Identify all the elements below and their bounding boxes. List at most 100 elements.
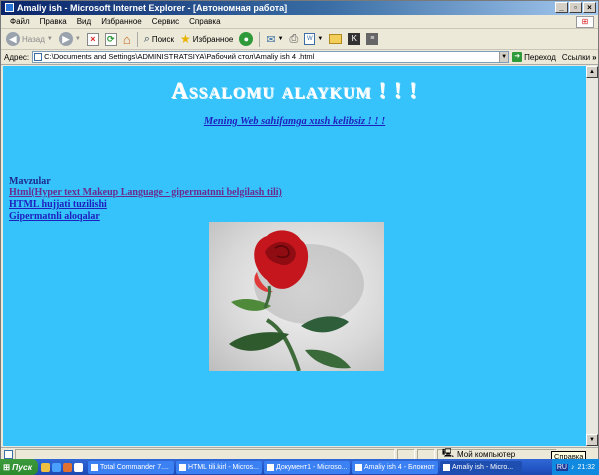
menu-help[interactable]: Справка	[184, 15, 225, 29]
edit-button[interactable]: W ▼	[302, 31, 325, 48]
search-icon: ⌕	[143, 32, 150, 45]
back-button[interactable]: ◀ Назад ▼	[4, 31, 55, 48]
toolbar-separator	[259, 31, 261, 47]
media-launch-icon[interactable]	[63, 462, 73, 472]
vertical-scrollbar[interactable]: ▲ ▼	[586, 66, 598, 446]
language-icon[interactable]: RU	[555, 463, 568, 471]
word-launch-icon[interactable]	[74, 462, 84, 472]
status-cell	[15, 448, 395, 460]
window-title: Amaliy ish - Microsoft Internet Explorer…	[17, 3, 288, 13]
printer-icon: ⎙	[289, 32, 299, 45]
page-status-icon	[4, 449, 13, 459]
chevron-right-icon[interactable]: »	[592, 53, 596, 62]
menu-edit[interactable]: Правка	[35, 15, 72, 29]
address-label: Адрес:	[4, 52, 30, 62]
app-icon	[267, 463, 275, 471]
close-button[interactable]: ×	[583, 2, 596, 13]
zone-label: Мой компьютер	[457, 449, 516, 459]
media-button[interactable]: ●	[237, 31, 255, 48]
go-button[interactable]: ➜ Переход	[512, 52, 556, 62]
title-bar[interactable]: Amaliy ish - Microsoft Internet Explorer…	[1, 1, 598, 15]
topic-link-html[interactable]: Html(Hyper text Makeup Language - giperm…	[9, 187, 282, 198]
forward-button[interactable]: ▶ ▼	[57, 31, 83, 48]
task-html-tili[interactable]: HTML tili.kirl - Micros...	[176, 460, 263, 474]
search-button[interactable]: ⌕ Поиск	[142, 31, 176, 48]
toolbar: ◀ Назад ▼ ▶ ▼ × ⟳ ⌂ ⌕ Поиск ★ Избранное …	[1, 29, 598, 50]
status-cell	[397, 448, 415, 460]
word-icon: W	[304, 33, 316, 45]
folder-button[interactable]	[327, 31, 344, 48]
clock: 21:32	[577, 463, 595, 471]
scroll-up-button[interactable]: ▲	[586, 66, 598, 78]
task-notepad[interactable]: Amaliy ish 4 - Блокнот	[352, 460, 439, 474]
back-arrow-icon: ◀	[6, 32, 20, 46]
taskbar: ⊞ Пуск Total Commander 7.... HTML tili.k…	[0, 459, 599, 475]
research-button[interactable]: ≡	[364, 31, 380, 48]
task-label: Amaliy ish 4 - Блокнот	[364, 463, 435, 471]
task-label: Документ1 - Microso...	[276, 463, 348, 471]
print-button[interactable]: ⎙	[288, 31, 301, 48]
address-input[interactable]: C:\Documents and Settings\ADMINISTRATSIY…	[32, 51, 510, 63]
refresh-button[interactable]: ⟳	[103, 31, 119, 48]
forward-arrow-icon: ▶	[58, 32, 73, 46]
app-icon	[179, 463, 187, 471]
topic-link-hyperlinks[interactable]: Gipermatnli aloqalar	[9, 211, 100, 222]
address-bar: Адрес: C:\Documents and Settings\ADMINIS…	[1, 50, 598, 65]
start-button[interactable]: ⊞ Пуск	[0, 459, 39, 475]
menu-favorites[interactable]: Избранное	[96, 15, 147, 29]
favorites-label: Избранное	[192, 34, 234, 44]
app-icon	[443, 463, 451, 471]
chevron-down-icon: ▼	[74, 36, 81, 42]
mail-button[interactable]: ✉ ▼	[264, 31, 285, 48]
task-label: Total Commander 7....	[100, 463, 169, 471]
menu-view[interactable]: Вид	[72, 15, 96, 29]
app-icon	[91, 463, 99, 471]
menu-file[interactable]: Файл	[5, 15, 35, 29]
links-button[interactable]: Ссылки	[562, 53, 590, 62]
system-tray: RU ♪ 21:32	[551, 459, 599, 475]
address-value: C:\Documents and Settings\ADMINISTRATSIY…	[44, 52, 315, 61]
quick-launch	[38, 462, 86, 472]
go-arrow-icon: ➜	[512, 52, 523, 62]
search-label: Поиск	[151, 34, 175, 44]
task-total-commander[interactable]: Total Commander 7....	[88, 460, 175, 474]
messenger-button[interactable]: K	[346, 31, 362, 48]
star-icon: ★	[180, 32, 191, 46]
desktop-icon[interactable]	[41, 462, 51, 472]
ie-icon	[5, 3, 14, 12]
media-icon: ●	[239, 32, 254, 46]
task-amaliy-ish-ie[interactable]: Amaliy ish - Micro...	[440, 460, 523, 474]
windows-flag-icon: ⊞	[3, 461, 11, 472]
research-icon: ≡	[366, 33, 379, 45]
address-dropdown-icon[interactable]: ▼	[499, 52, 509, 62]
maximize-button[interactable]: ▫	[569, 2, 582, 13]
page-heading: Assalomu alaykum ! ! !	[171, 78, 418, 103]
chevron-down-icon: ▼	[317, 36, 324, 42]
ie-launch-icon[interactable]	[52, 462, 62, 472]
favorites-button[interactable]: ★ Избранное	[178, 31, 235, 48]
back-label: Назад	[22, 34, 45, 44]
app-icon	[355, 463, 363, 471]
menu-tools[interactable]: Сервис	[147, 15, 184, 29]
minimize-button[interactable]: _	[555, 2, 568, 13]
task-label: Amaliy ish - Micro...	[452, 463, 514, 471]
task-label: HTML tili.kirl - Micros...	[188, 463, 259, 471]
welcome-link[interactable]: Mening Web sahifamga xush kelibsiz ! ! !	[3, 116, 586, 127]
toolbar-separator	[136, 31, 138, 47]
go-label: Переход	[524, 52, 556, 62]
browser-window: Amaliy ish - Microsoft Internet Explorer…	[0, 0, 599, 475]
task-document[interactable]: Документ1 - Microso...	[264, 460, 351, 474]
volume-icon[interactable]: ♪	[571, 464, 575, 471]
messenger-icon: K	[348, 33, 361, 45]
chevron-down-icon: ▼	[46, 36, 53, 42]
page-content: Assalomu alaykum ! ! ! Mening Web sahifa…	[3, 66, 586, 446]
start-label: Пуск	[12, 462, 33, 472]
windows-logo-icon: ⊞	[576, 16, 594, 28]
stop-button[interactable]: ×	[85, 31, 101, 48]
folder-icon	[329, 34, 343, 44]
topic-link-structure[interactable]: HTML hujjati tuzilishi	[9, 199, 107, 210]
stop-icon: ×	[86, 32, 99, 46]
menu-bar: Файл Правка Вид Избранное Сервис Справка…	[1, 15, 598, 29]
scroll-down-button[interactable]: ▼	[586, 434, 598, 446]
home-button[interactable]: ⌂	[121, 31, 133, 48]
